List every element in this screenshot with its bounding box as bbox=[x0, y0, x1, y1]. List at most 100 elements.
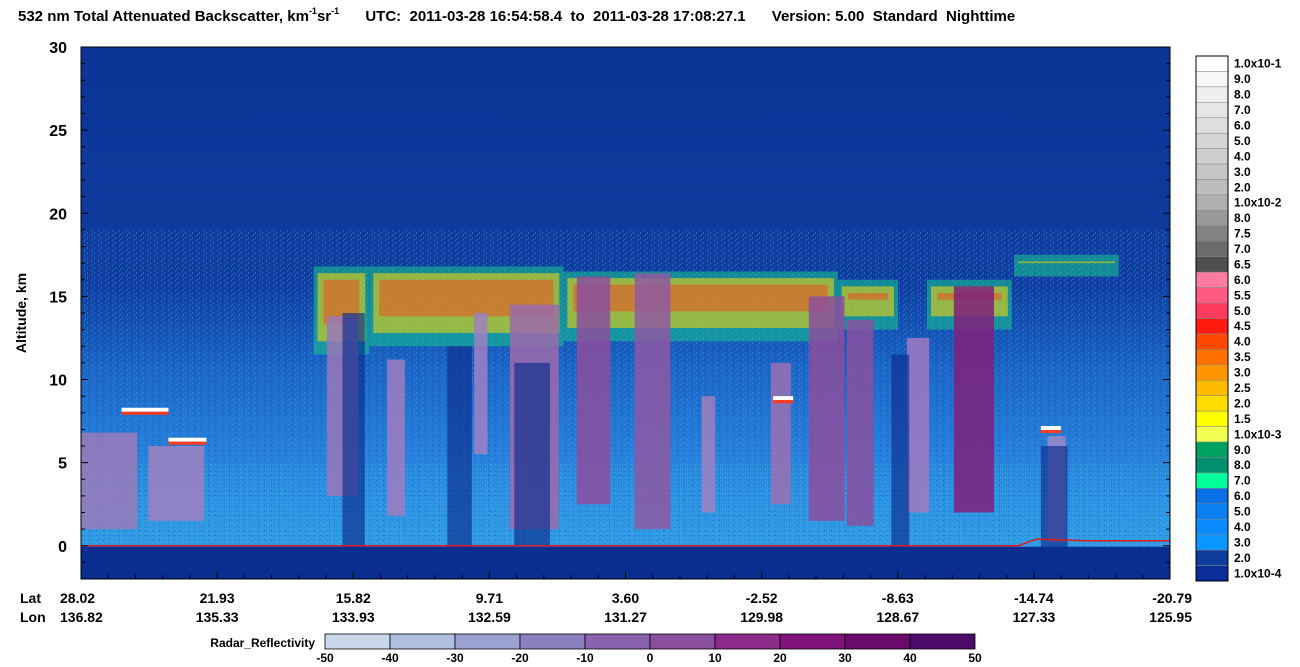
radar-colorbar-tick: -50 bbox=[316, 651, 334, 665]
radar-colorbar-tick: 20 bbox=[773, 651, 787, 665]
lon-tick-label: 128.67 bbox=[876, 609, 919, 625]
radar-colorbar-swatch bbox=[324, 633, 391, 650]
colorbar-label: 5.0 bbox=[1234, 304, 1251, 318]
colorbar-swatch bbox=[1195, 241, 1229, 257]
colorbar-swatch bbox=[1195, 364, 1229, 381]
radar-column bbox=[701, 396, 716, 513]
radar-colorbar-swatch bbox=[714, 633, 781, 650]
y-axis-label: Altitude, km bbox=[13, 273, 29, 353]
lat-tick-label: 15.82 bbox=[336, 590, 371, 606]
colorbar-label: 1.0x10-1 bbox=[1234, 57, 1282, 71]
radar-column bbox=[81, 432, 138, 530]
radar-column bbox=[387, 359, 405, 516]
colorbar-label: 3.0 bbox=[1234, 535, 1251, 549]
colorbar-swatch bbox=[1195, 410, 1229, 427]
colorbar-label: 4.0 bbox=[1234, 520, 1251, 534]
radar-colorbar-swatch bbox=[779, 633, 846, 650]
lat-tick-label: -20.79 bbox=[1152, 590, 1192, 606]
y-tick-label: 30 bbox=[49, 40, 67, 57]
colorbar-label: 6.0 bbox=[1234, 118, 1251, 132]
radar-colorbar-tick: -10 bbox=[576, 651, 594, 665]
colorbar-swatch bbox=[1195, 534, 1229, 551]
radar-column bbox=[634, 273, 671, 530]
colorbar-swatch bbox=[1195, 163, 1229, 180]
radar-colorbar-tick: -30 bbox=[446, 651, 464, 665]
colorbar-label: 5.0 bbox=[1234, 134, 1251, 148]
colorbar-label: 1.0x10-3 bbox=[1234, 427, 1282, 441]
attenuated-region bbox=[342, 313, 365, 563]
colorbar-label: 7.0 bbox=[1234, 103, 1251, 117]
colorbar-swatch bbox=[1195, 302, 1229, 319]
colorbar-swatch bbox=[1195, 565, 1229, 582]
colorbar-swatch bbox=[1195, 194, 1229, 211]
radar-colorbar-swatch bbox=[649, 633, 716, 650]
boundary-layer-noise bbox=[81, 462, 1170, 546]
low-cloud-top bbox=[773, 396, 794, 401]
radar-column bbox=[576, 276, 611, 505]
colorbar-swatch bbox=[1195, 55, 1229, 72]
radar-column bbox=[953, 286, 994, 513]
colorbar-swatch bbox=[1195, 117, 1229, 134]
colorbar-swatch bbox=[1195, 271, 1229, 288]
lon-tick-label: 129.98 bbox=[740, 609, 783, 625]
low-cloud-top bbox=[121, 407, 169, 412]
colorbar-swatch bbox=[1195, 426, 1229, 443]
plot-area bbox=[81, 47, 1170, 579]
radar-column bbox=[770, 362, 791, 505]
radar-colorbar-swatch bbox=[389, 633, 456, 650]
colorbar-label: 1.0x10-4 bbox=[1234, 566, 1282, 580]
attenuated-region bbox=[447, 346, 472, 563]
colorbar-label: 6.5 bbox=[1234, 257, 1251, 271]
colorbar-swatch bbox=[1195, 441, 1229, 458]
colorbar-swatch bbox=[1195, 86, 1229, 103]
radar-colorbar-tick: 30 bbox=[838, 651, 852, 665]
colorbar-swatch bbox=[1195, 102, 1229, 119]
colorbar-swatch bbox=[1195, 457, 1229, 474]
y-tick-label: 15 bbox=[49, 289, 67, 306]
low-cloud-top bbox=[168, 437, 207, 442]
radar-column bbox=[906, 337, 930, 513]
radar-colorbar-tick: -20 bbox=[511, 651, 529, 665]
colorbar-label: 9.0 bbox=[1234, 72, 1251, 86]
colorbar-label: 4.0 bbox=[1234, 149, 1251, 163]
colorbar-label: 3.0 bbox=[1234, 165, 1251, 179]
radar-colorbar: Radar_Reflectivity-50 -40 -30 -20 -10 0 10 20 30… bbox=[210, 633, 982, 665]
radar-colorbar-swatch bbox=[844, 633, 911, 650]
y-tick-label: 10 bbox=[49, 373, 67, 390]
lat-row-label: Lat bbox=[20, 590, 41, 606]
colorbar-label: 8.0 bbox=[1234, 458, 1251, 472]
colorbar-swatch bbox=[1195, 287, 1229, 304]
radar-colorbar-tick: 40 bbox=[903, 651, 917, 665]
lat-tick-label: 28.02 bbox=[60, 590, 95, 606]
colorbar-swatch bbox=[1195, 148, 1229, 165]
lon-tick-label: 127.33 bbox=[1012, 609, 1055, 625]
lon-tick-label: 135.33 bbox=[196, 609, 239, 625]
colorbar-swatch bbox=[1195, 210, 1229, 227]
colorbar-label: 1.0x10-2 bbox=[1234, 196, 1282, 210]
radar-column bbox=[474, 313, 488, 455]
cirrus-layer bbox=[1014, 254, 1119, 277]
colorbar-swatch bbox=[1195, 132, 1229, 149]
radar-colorbar-tick: 50 bbox=[968, 651, 982, 665]
radar-colorbar-swatch bbox=[909, 633, 976, 650]
colorbar-swatch bbox=[1195, 349, 1229, 366]
colorbar-label: 7.5 bbox=[1234, 227, 1251, 241]
lon-tick-label: 131.27 bbox=[604, 609, 647, 625]
lon-tick-label: 133.93 bbox=[332, 609, 375, 625]
radar-column bbox=[808, 296, 845, 521]
radar-colorbar-tick: 0 bbox=[647, 651, 654, 665]
colorbar-swatch bbox=[1195, 71, 1229, 88]
radar-colorbar-tick: -40 bbox=[381, 651, 399, 665]
colorbar-label: 8.0 bbox=[1234, 211, 1251, 225]
radar-colorbar-tick: 10 bbox=[708, 651, 722, 665]
colorbar-label: 1.5 bbox=[1234, 412, 1251, 426]
colorbar-swatch bbox=[1195, 380, 1229, 396]
y-tick-label: 0 bbox=[58, 539, 67, 556]
lon-tick-label: 125.95 bbox=[1149, 609, 1192, 625]
colorbar-label: 5.0 bbox=[1234, 505, 1251, 519]
y-tick-label: 20 bbox=[49, 206, 67, 223]
chart-svg: 0 5 10 15 20 25 30 Altitude, km Lat Lon 28.02 136.8… bbox=[13, 40, 1282, 665]
colorbar-swatch bbox=[1195, 179, 1229, 196]
colorbar-label: 8.0 bbox=[1234, 88, 1251, 102]
colorbar-label: 2.5 bbox=[1234, 381, 1251, 395]
